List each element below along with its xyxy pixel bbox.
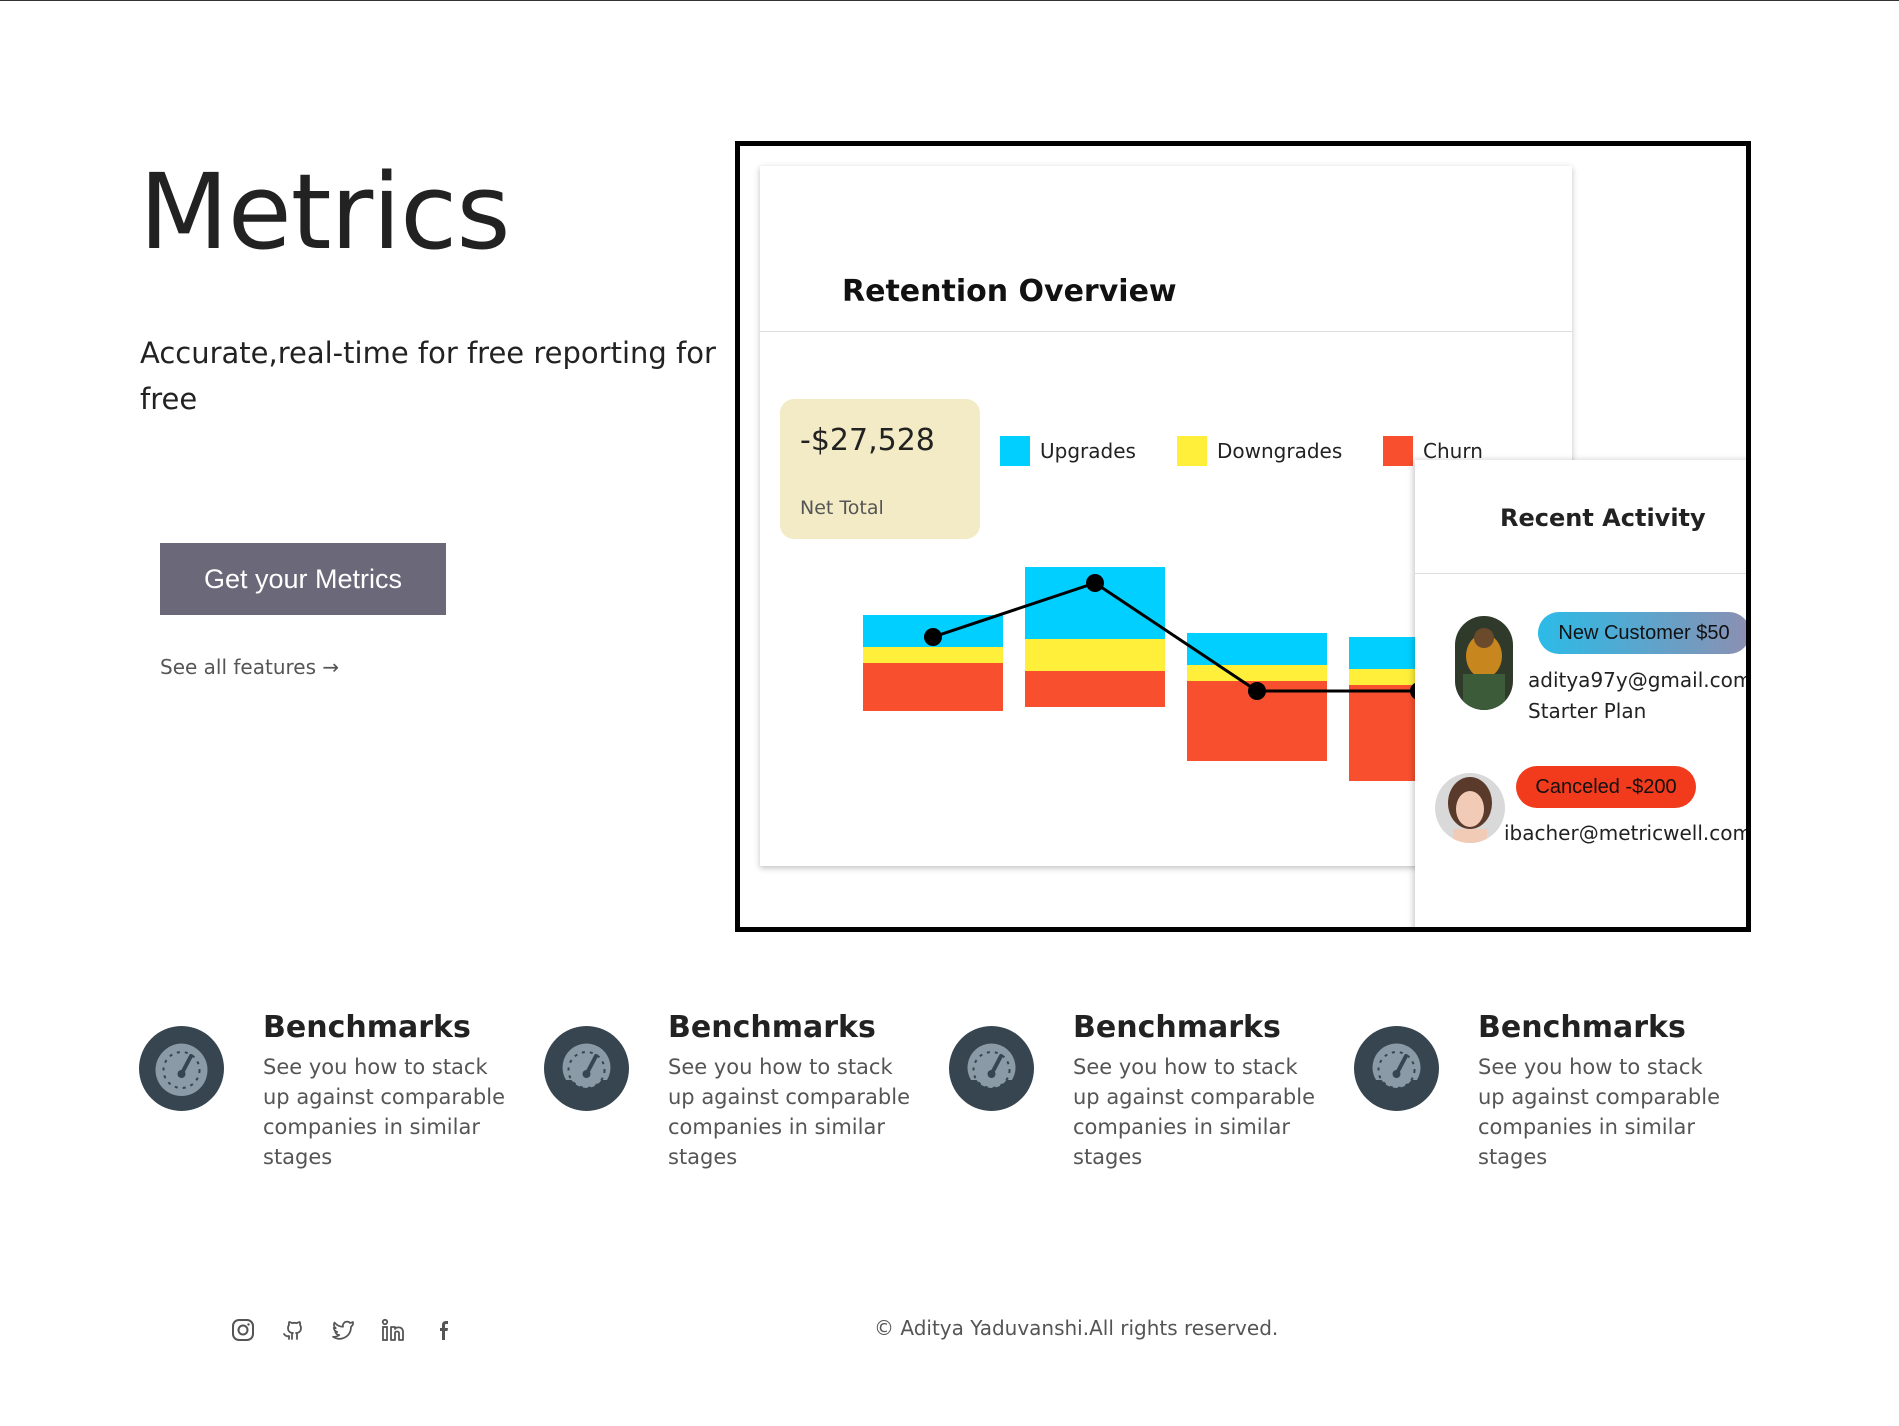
speedometer-icon	[139, 1026, 224, 1111]
instagram-icon[interactable]	[230, 1317, 256, 1343]
bar-downgrades-1	[863, 647, 1003, 663]
feature-benchmarks: Benchmarks See you how to stack up again…	[139, 1010, 519, 1180]
avatar-image	[1435, 773, 1505, 843]
bar-downgrades-3	[1187, 665, 1327, 681]
speedometer-icon	[544, 1026, 629, 1111]
bar-churn-1	[863, 663, 1003, 711]
recent-activity-title: Recent Activity	[1500, 504, 1706, 532]
top-divider	[0, 0, 1899, 1]
feature-description: See you how to stack up against comparab…	[1478, 1055, 1721, 1169]
net-line	[932, 581, 1419, 693]
get-metrics-button[interactable]: Get your Metrics	[160, 543, 446, 615]
dashboard-preview: Retention Overview -$27,528 Net Total Up…	[735, 141, 1751, 932]
linkedin-icon[interactable]	[380, 1317, 406, 1343]
page-title: Metrics	[139, 151, 511, 273]
net-point-3	[1248, 682, 1266, 700]
feature-description: See you how to stack up against comparab…	[1073, 1055, 1316, 1169]
net-point-1	[924, 628, 942, 646]
activity-email: ibacher@metricwell.com	[1504, 821, 1751, 845]
activity-email: aditya97y@gmail.com	[1528, 668, 1751, 692]
feature-title: Benchmarks	[1073, 1010, 1281, 1045]
avatar[interactable]	[1435, 773, 1505, 843]
bar-upgrades-3	[1187, 633, 1327, 665]
feature-title: Benchmarks	[668, 1010, 876, 1045]
net-point-2	[1086, 574, 1104, 592]
see-all-features-link[interactable]: See all features →	[160, 655, 339, 679]
github-icon[interactable]	[280, 1317, 306, 1343]
recent-activity-header: Recent Activity	[1415, 460, 1746, 574]
feature-description: See you how to stack up against comparab…	[263, 1055, 506, 1169]
status-badge: Canceled -$200	[1516, 766, 1696, 808]
speedometer-icon	[1354, 1026, 1439, 1111]
twitter-icon[interactable]	[330, 1317, 356, 1343]
feature-title: Benchmarks	[1478, 1010, 1686, 1045]
recent-activity-card: Recent Activity New Customer $50 aditya9…	[1415, 460, 1751, 927]
feature-description: See you how to stack up against comparab…	[668, 1055, 911, 1169]
avatar[interactable]	[1455, 616, 1513, 710]
activity-plan: Starter Plan	[1528, 699, 1647, 723]
feature-benchmarks: Benchmarks See you how to stack up again…	[949, 1010, 1329, 1180]
speedometer-icon	[949, 1026, 1034, 1111]
copyright-text: © Aditya Yaduvanshi.All rights reserved.	[874, 1316, 1279, 1340]
bar-churn-2	[1025, 671, 1165, 707]
feature-benchmarks: Benchmarks See you how to stack up again…	[1354, 1010, 1734, 1180]
avatar-image	[1455, 616, 1513, 710]
facebook-icon[interactable]	[430, 1317, 456, 1343]
status-badge: New Customer $50	[1538, 612, 1746, 654]
feature-benchmarks: Benchmarks See you how to stack up again…	[544, 1010, 924, 1180]
bar-downgrades-2	[1025, 639, 1165, 671]
feature-title: Benchmarks	[263, 1010, 471, 1045]
hero-subtitle: Accurate,real-time for free reporting fo…	[140, 336, 716, 416]
